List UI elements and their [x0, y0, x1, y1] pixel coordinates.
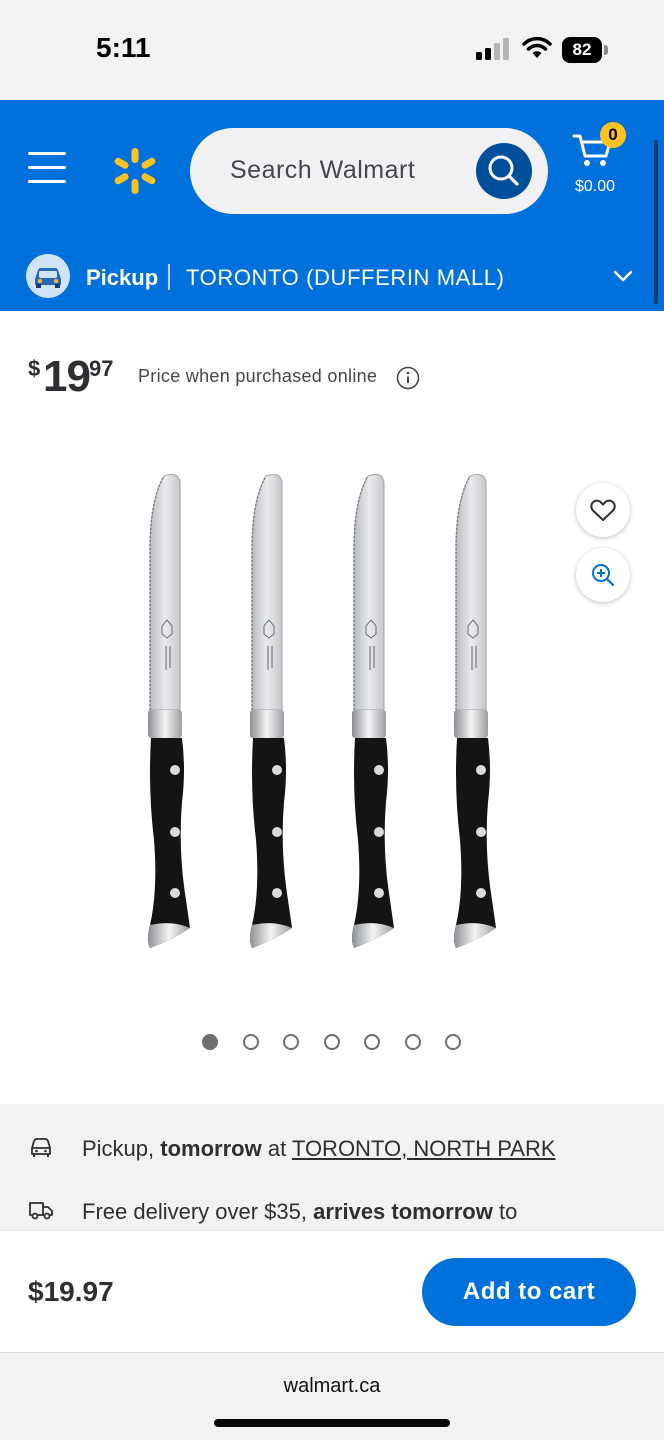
add-to-cart-button[interactable]: Add to cart: [422, 1258, 636, 1326]
divider: [168, 264, 170, 290]
pickup-store-selector[interactable]: Pickup TORONTO (DUFFERIN MALL): [0, 246, 664, 310]
status-time: 5:11: [96, 32, 151, 63]
search-button[interactable]: [476, 143, 532, 199]
hamburger-icon: [28, 152, 66, 155]
pickup-store-name: TORONTO (DUFFERIN MALL): [186, 265, 505, 290]
car-icon: [31, 1138, 51, 1157]
pickup-label: Pickup: [86, 265, 159, 290]
url-text[interactable]: walmart.ca: [0, 1375, 664, 1398]
cart-button[interactable]: 0 $0.00: [572, 122, 652, 210]
wifi-icon: [522, 36, 552, 58]
carousel-dot[interactable]: [323, 1034, 340, 1050]
pickup-prefix: Pickup,: [82, 1136, 161, 1161]
carousel-dot[interactable]: [242, 1034, 259, 1050]
price-note: Price when purchased online: [138, 366, 378, 386]
search-icon: [488, 155, 519, 186]
cart-count-badge: 0: [600, 122, 626, 148]
status-bar: 5:11 82: [0, 0, 664, 100]
price-whole: 19: [43, 352, 91, 401]
carousel-dot[interactable]: [445, 1034, 461, 1050]
car-icon: [26, 254, 70, 298]
image-carousel-dots: [200, 1034, 470, 1054]
delivery-option: Free delivery over $35, arrives tomorrow…: [82, 1199, 517, 1225]
zoom-button[interactable]: [576, 548, 630, 602]
info-icon[interactable]: [396, 366, 420, 390]
heart-icon: [590, 499, 616, 521]
browser-address-bar[interactable]: walmart.ca: [0, 1352, 664, 1440]
carousel-dot[interactable]: [364, 1034, 380, 1050]
chevron-down-icon: [613, 270, 633, 282]
home-indicator[interactable]: [214, 1419, 450, 1427]
pickup-at: at: [261, 1136, 292, 1161]
favorite-button[interactable]: [576, 483, 630, 537]
product-image[interactable]: [120, 470, 540, 960]
battery-icon: 82: [562, 37, 608, 63]
pickup-store-link[interactable]: TORONTO, NORTH PARK: [292, 1136, 556, 1161]
carousel-dot[interactable]: [404, 1034, 421, 1050]
sticky-purchase-bar: $19.97 Add to cart: [0, 1230, 664, 1352]
pickup-option: Pickup, tomorrow at TORONTO, NORTH PARK: [82, 1136, 556, 1162]
delivery-prefix: Free delivery over $35,: [82, 1199, 314, 1224]
zoom-in-icon: [592, 564, 615, 587]
scrollbar[interactable]: [654, 140, 658, 304]
menu-button[interactable]: [28, 152, 68, 188]
carousel-dot[interactable]: [283, 1034, 299, 1050]
delivery-truck-icon: [29, 1202, 53, 1220]
pickup-day: tomorrow: [160, 1136, 262, 1161]
delivery-day: arrives tomorrow: [313, 1199, 493, 1224]
battery-level: 82: [562, 37, 602, 63]
site-header: Search Walmart 0 $0.00 Pickup TORONTO (D…: [0, 100, 664, 311]
price-currency: $: [28, 356, 41, 381]
cellular-signal-icon: [476, 38, 509, 60]
cart-total: $0.00: [575, 178, 616, 195]
search-input[interactable]: Search Walmart: [190, 128, 548, 214]
delivery-suffix: to: [492, 1199, 518, 1224]
carousel-dot[interactable]: [202, 1034, 218, 1050]
fulfillment-options: Pickup, tomorrow at TORONTO, NORTH PARK …: [0, 1104, 664, 1230]
search-placeholder: Search Walmart: [230, 156, 416, 184]
price-cents: 97: [89, 356, 114, 381]
bottom-price: $19.97: [28, 1276, 114, 1307]
walmart-spark-logo[interactable]: [110, 146, 160, 196]
